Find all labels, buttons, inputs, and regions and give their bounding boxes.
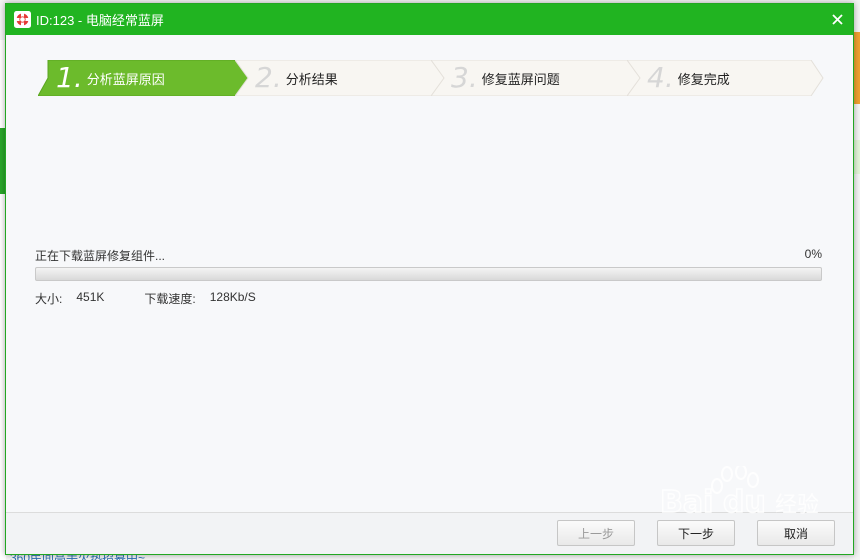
close-icon [831, 14, 843, 25]
blue-screen-repair-dialog: ID:123 - 电脑经常蓝屏 1. 分析蓝屏原因 2. 分析结果 3. 修复蓝… [5, 3, 854, 555]
step-3-number: 3. [451, 61, 478, 94]
size-label: 大小: [35, 292, 63, 306]
window-title: ID:123 - 电脑经常蓝屏 [36, 13, 164, 28]
step-2-label: 分析结果 [285, 71, 338, 87]
download-progress-bar [35, 267, 822, 281]
step-4-number: 4. [647, 61, 674, 94]
step-indicator: 1. 分析蓝屏原因 2. 分析结果 3. 修复蓝屏问题 4. 修复完成 [38, 60, 824, 96]
dialog-footer: 上一步 下一步 取消 [6, 512, 853, 554]
step-4-label: 修复完成 [677, 71, 730, 87]
next-step-button[interactable]: 下一步 [657, 520, 735, 546]
step-2-number: 2. [255, 61, 282, 94]
prev-step-button[interactable]: 上一步 [557, 520, 635, 546]
step-1: 1. 分析蓝屏原因 [38, 60, 249, 96]
background-orange-panel [854, 32, 860, 104]
speed-label: 下载速度: [144, 292, 196, 306]
title-bar[interactable]: ID:123 - 电脑经常蓝屏 [6, 4, 853, 35]
step-1-label: 分析蓝屏原因 [86, 71, 165, 87]
background-mint-panel [854, 140, 860, 174]
step-1-number: 1. [56, 61, 83, 94]
cancel-button[interactable]: 取消 [757, 520, 835, 546]
speed-value: 128Kb/S [209, 290, 256, 304]
size-value: 451K [76, 290, 105, 304]
close-button[interactable] [821, 4, 853, 35]
step-3-label: 修复蓝屏问题 [481, 71, 560, 87]
download-status: 正在下载蓝屏修复组件... [35, 249, 166, 263]
step-2: 2. 分析结果 [235, 60, 445, 96]
lifebuoy-icon [14, 11, 31, 28]
step-4: 4. 修复完成 [627, 60, 824, 96]
step-3: 3. 修复蓝屏问题 [431, 60, 641, 96]
download-meta: 大小: 451K 下载速度: 128Kb/S [35, 290, 296, 307]
download-percent: 0% [804, 247, 822, 261]
